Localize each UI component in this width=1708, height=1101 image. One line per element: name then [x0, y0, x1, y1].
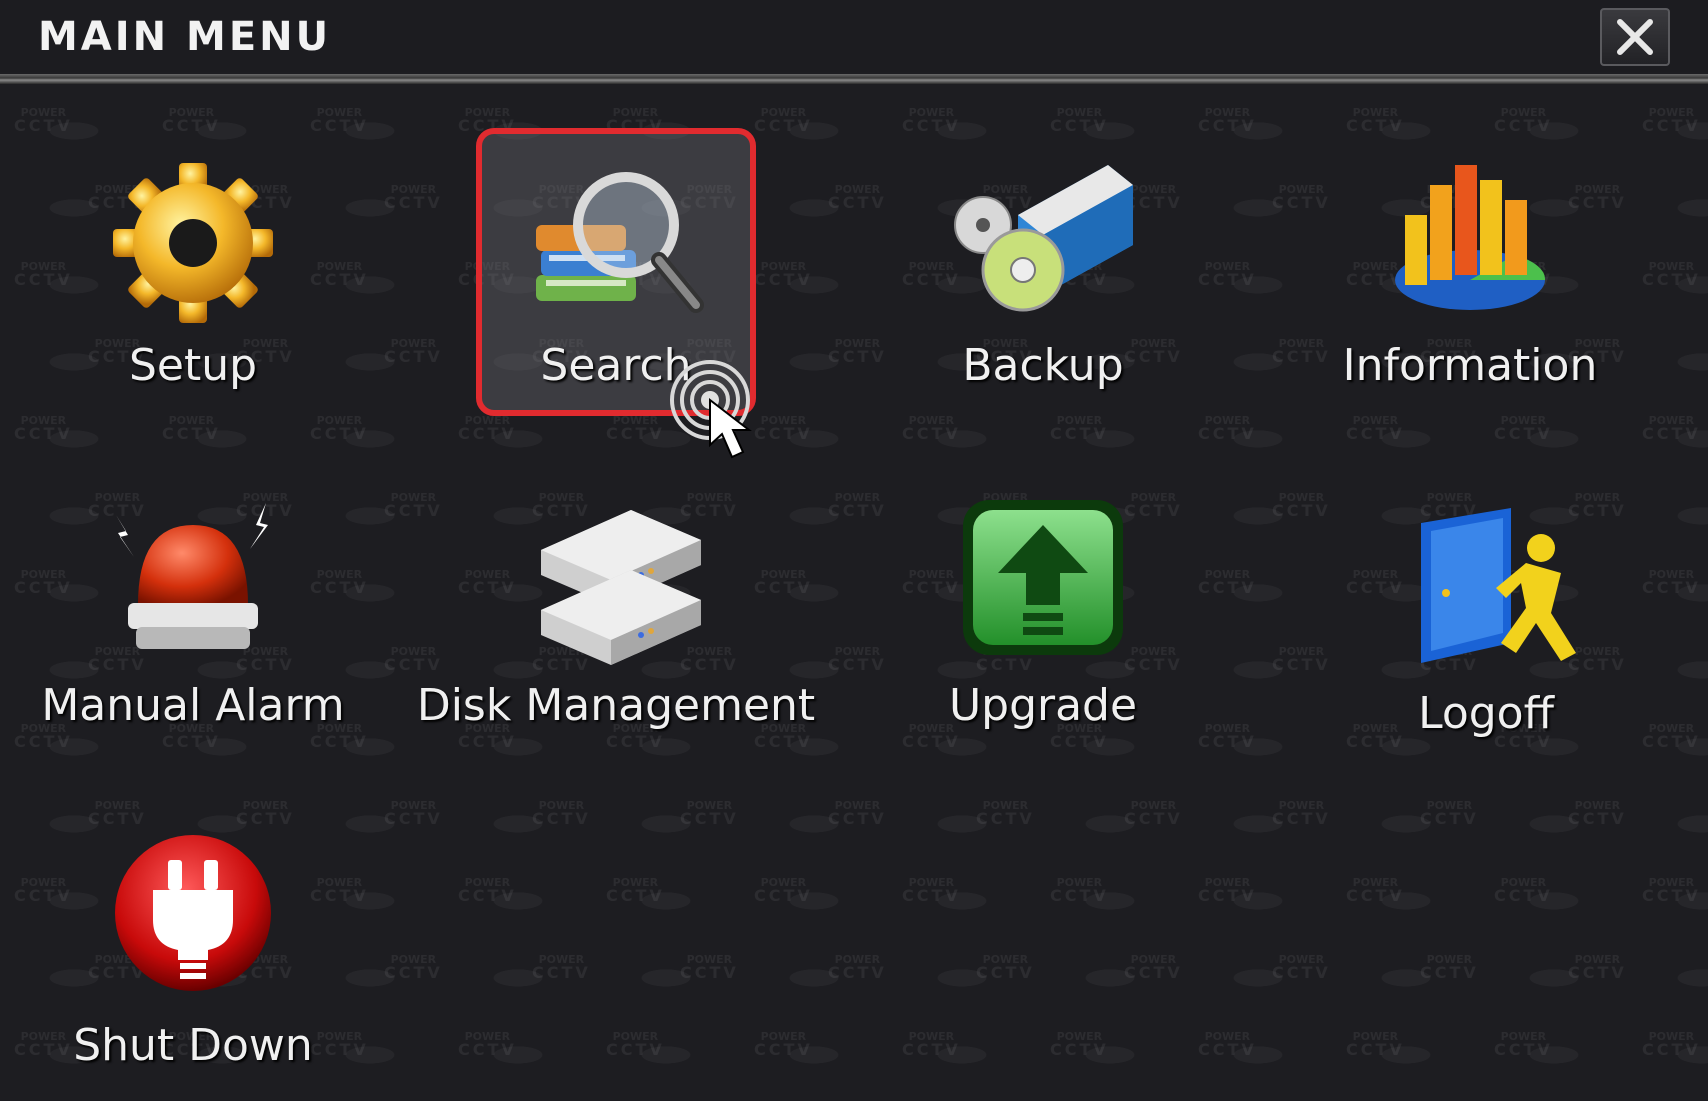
menu-item-label: Search — [540, 340, 692, 391]
watermark-text: POWERCCTV — [1642, 568, 1701, 597]
watermark-text: POWERCCTV — [1198, 1030, 1257, 1059]
watermark-text: POWERCCTV — [1346, 1030, 1405, 1059]
watermark-text: POWERCCTV — [1198, 876, 1257, 905]
menu-item-information[interactable]: Information — [1315, 130, 1625, 430]
power-plug-icon — [115, 835, 271, 991]
watermark-text: POWERCCTV — [828, 799, 887, 828]
menu-item-label: Backup — [962, 340, 1124, 391]
menu-item-setup[interactable]: Setup — [38, 130, 348, 430]
watermark-text: POWERCCTV — [680, 953, 739, 982]
upload-arrow-icon — [963, 500, 1123, 655]
main-menu-window: POWER CCTV POWER CCTV POWER CCTV POWER CCTV POWE… — [0, 0, 1708, 1101]
watermark-text: POWERCCTV — [976, 953, 1035, 982]
watermark-text: POWERCCTV — [1198, 106, 1257, 135]
watermark-text: POWERCCTV — [1568, 799, 1627, 828]
watermark-text: POWERCCTV — [1124, 953, 1183, 982]
menu-item-label: Logoff — [1418, 688, 1554, 739]
watermark-text: POWERCCTV — [1420, 799, 1479, 828]
watermark-text: POWERCCTV — [902, 1030, 961, 1059]
menu-item-label: Disk Management — [416, 680, 816, 731]
menu-item-logoff[interactable]: Logoff — [1331, 478, 1641, 778]
menu-item-upgrade[interactable]: Upgrade — [888, 470, 1198, 770]
menu-item-label: Upgrade — [948, 680, 1138, 731]
watermark-text: POWERCCTV — [1346, 876, 1405, 905]
watermark-text: POWERCCTV — [532, 799, 591, 828]
watermark-text: POWERCCTV — [384, 799, 443, 828]
watermark-text: POWERCCTV — [1124, 799, 1183, 828]
watermark-text: POWERCCTV — [1494, 876, 1553, 905]
mouse-pointer-icon — [670, 360, 752, 459]
menu-item-label: Information — [1342, 340, 1598, 391]
menu-item-label: Setup — [128, 340, 258, 391]
watermark-text: POWERCCTV — [1272, 953, 1331, 982]
watermark-text: POWERCCTV — [1050, 1030, 1109, 1059]
watermark-text: POWERCCTV — [828, 491, 887, 520]
watermark-text: POWERCCTV — [606, 876, 665, 905]
title-bar: MAIN MENU — [0, 0, 1708, 72]
watermark-text: POWERCCTV — [606, 1030, 665, 1059]
watermark-text: POWERCCTV — [1642, 1030, 1701, 1059]
watermark-text: POWERCCTV — [1642, 106, 1701, 135]
watermark-text: POWERCCTV — [1198, 568, 1257, 597]
gear-icon — [113, 163, 273, 323]
menu-item-label: Shut Down — [73, 1020, 313, 1071]
magnifier-books-icon — [536, 172, 704, 313]
menu-item-disk-management[interactable]: Disk Management — [417, 470, 815, 770]
close-icon — [1617, 19, 1653, 55]
watermark-text: POWERCCTV — [384, 645, 443, 674]
watermark-text: POWERCCTV — [976, 799, 1035, 828]
close-button[interactable] — [1600, 8, 1670, 66]
watermark-text: POWERCCTV — [754, 876, 813, 905]
watermark-text: POWERCCTV — [1568, 953, 1627, 982]
watermark-text: POWERCCTV — [458, 1030, 517, 1059]
watermark-text: POWERCCTV — [754, 1030, 813, 1059]
watermark-text: POWERCCTV — [1494, 1030, 1553, 1059]
hard-disk-icon — [541, 510, 701, 665]
watermark-text: POWERCCTV — [1272, 645, 1331, 674]
bar-chart-icon — [1395, 165, 1546, 310]
watermark-text: POWERCCTV — [1420, 953, 1479, 982]
watermark-text: POWERCCTV — [384, 491, 443, 520]
menu-item-manual-alarm[interactable]: Manual Alarm — [38, 470, 348, 770]
door-exit-icon — [1421, 508, 1576, 663]
watermark-text: POWERCCTV — [828, 183, 887, 212]
window-title: MAIN MENU — [38, 14, 332, 60]
watermark-text: POWERCCTV — [680, 799, 739, 828]
disc-drive-icon — [954, 165, 1133, 312]
watermark-text: POWERCCTV — [1272, 491, 1331, 520]
menu-item-shut-down[interactable]: Shut Down — [38, 810, 348, 1101]
watermark-text: POWERCCTV — [532, 953, 591, 982]
watermark-text: POWERCCTV — [1198, 414, 1257, 443]
menu-item-label: Manual Alarm — [41, 680, 345, 731]
watermark-text: POWERCCTV — [384, 953, 443, 982]
menu-item-backup[interactable]: Backup — [888, 130, 1198, 430]
watermark-text: POWERCCTV — [1050, 876, 1109, 905]
watermark-text: POWERCCTV — [828, 645, 887, 674]
watermark-text: POWERCCTV — [458, 876, 517, 905]
title-divider — [0, 74, 1708, 84]
watermark-text: POWERCCTV — [902, 876, 961, 905]
watermark-text: POWERCCTV — [1642, 876, 1701, 905]
watermark-text: POWERCCTV — [1198, 260, 1257, 289]
watermark-text: POWERCCTV — [828, 953, 887, 982]
watermark-text: POWERCCTV — [1272, 799, 1331, 828]
alarm-siren-icon — [116, 503, 268, 649]
watermark-text: POWERCCTV — [1642, 260, 1701, 289]
watermark-text: POWERCCTV — [384, 183, 443, 212]
watermark-text: POWERCCTV — [1642, 414, 1701, 443]
